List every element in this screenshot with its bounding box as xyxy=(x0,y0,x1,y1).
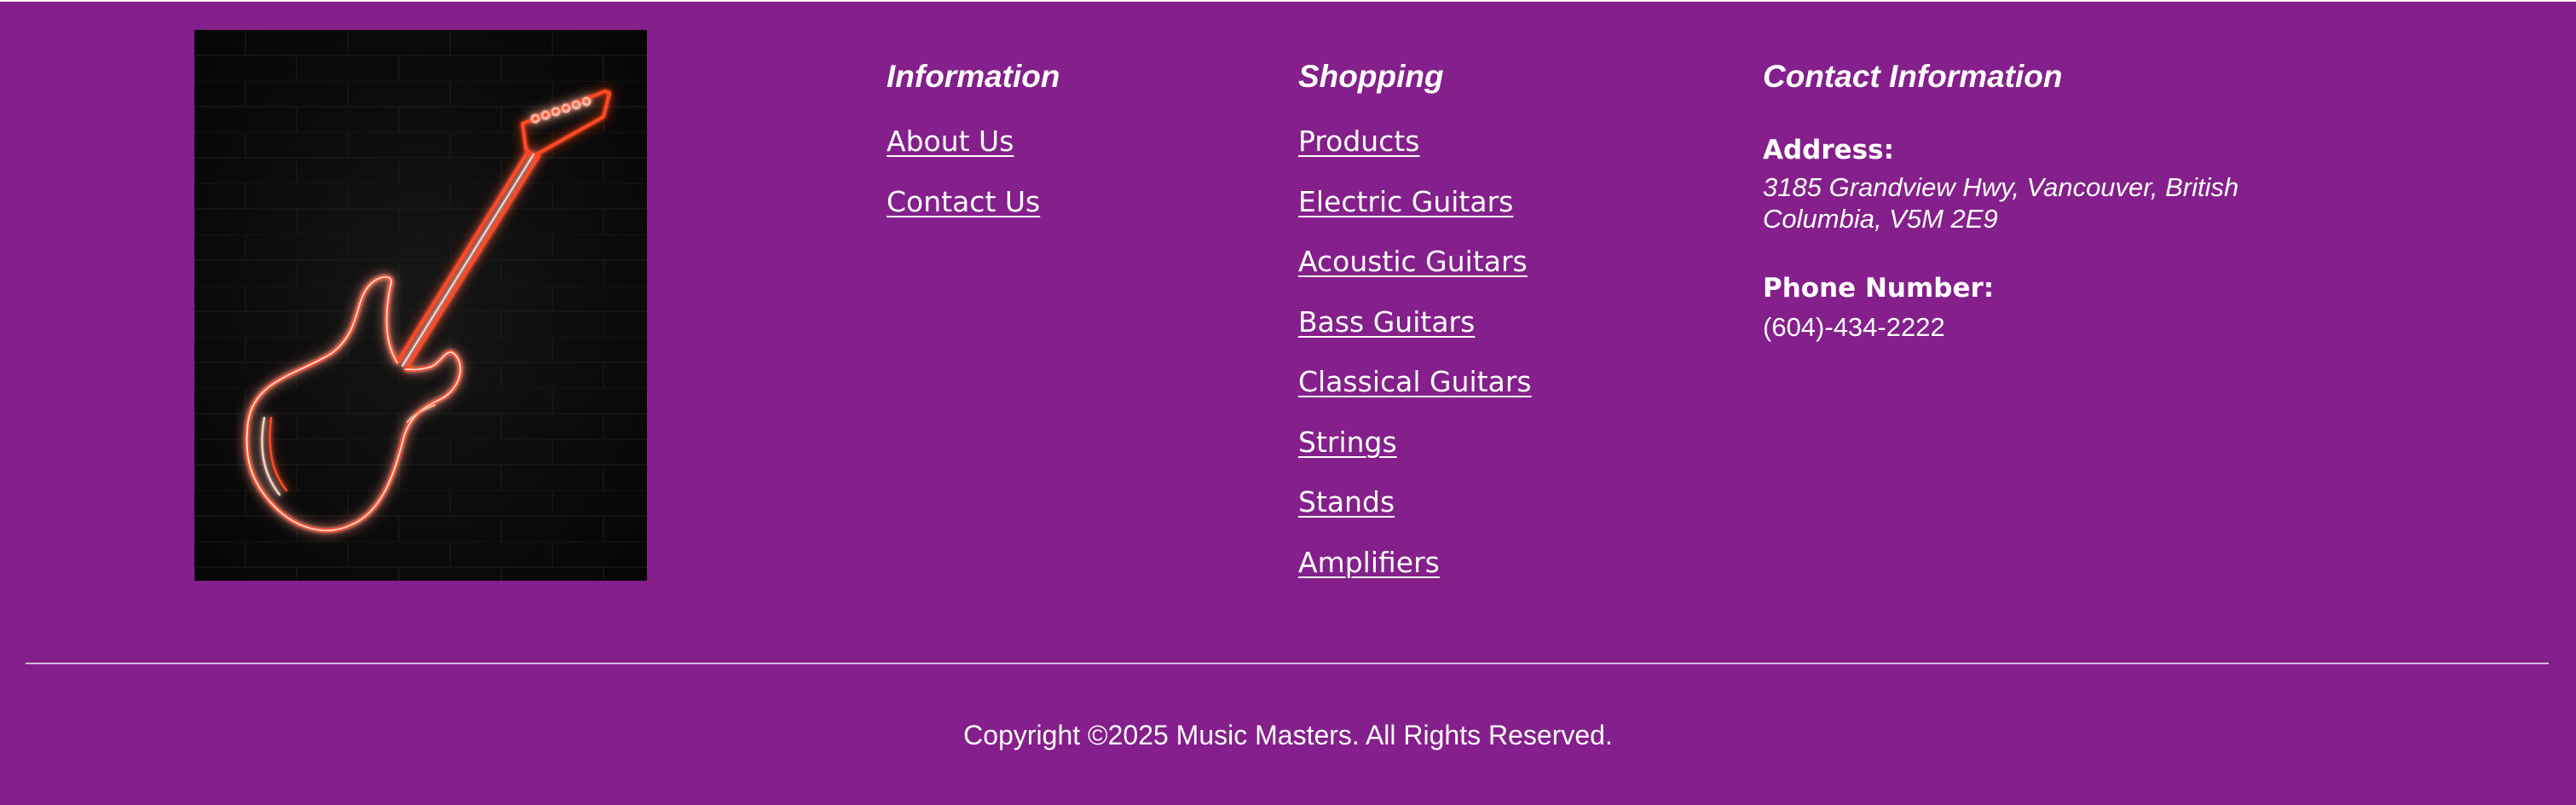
list-item: Classical Guitars xyxy=(1298,363,1532,424)
shopping-heading: Shopping xyxy=(1298,59,1444,94)
list-item: Strings xyxy=(1298,424,1532,484)
top-divider xyxy=(0,0,2576,2)
shopping-links: Products Electric Guitars Acoustic Guita… xyxy=(1298,123,1532,604)
list-item: Bass Guitars xyxy=(1298,304,1532,364)
address-text: 3185 Grandview Hwy, Vancouver, British C… xyxy=(1763,172,2239,234)
neon-guitar-icon xyxy=(194,30,647,581)
phone-number: (604)-434-2222 xyxy=(1763,312,1945,342)
acoustic-guitars-link[interactable]: Acoustic Guitars xyxy=(1298,245,1528,278)
contact-column: Contact Information Address: 3185 Grandv… xyxy=(1763,56,2238,342)
electric-guitars-link[interactable]: Electric Guitars xyxy=(1298,185,1513,218)
contact-heading: Contact Information xyxy=(1763,59,2063,94)
information-heading: Information xyxy=(887,59,1060,94)
stands-link[interactable]: Stands xyxy=(1298,485,1395,518)
information-column: Information About Us Contact Us xyxy=(887,56,1060,218)
logo-image xyxy=(194,30,647,581)
amplifiers-link[interactable]: Amplifiers xyxy=(1298,546,1440,579)
products-link[interactable]: Products xyxy=(1298,125,1420,158)
contact-us-link[interactable]: Contact Us xyxy=(887,185,1040,218)
shopping-column: Shopping Products Electric Guitars Acous… xyxy=(1298,56,1532,579)
list-item: Products xyxy=(1298,123,1532,183)
list-item: Stands xyxy=(1298,484,1532,544)
phone-label: Phone Number: xyxy=(1763,273,1995,304)
footer-divider xyxy=(26,663,2549,664)
about-us-link[interactable]: About Us xyxy=(887,125,1014,158)
bass-guitars-link[interactable]: Bass Guitars xyxy=(1298,305,1475,339)
information-links: About Us Contact Us xyxy=(887,123,1040,243)
list-item: Electric Guitars xyxy=(1298,183,1532,244)
address-label: Address: xyxy=(1763,135,1894,165)
list-item: About Us xyxy=(887,123,1040,183)
strings-link[interactable]: Strings xyxy=(1298,426,1397,459)
copyright-text: Copyright ©2025 Music Masters. All Right… xyxy=(963,720,1613,750)
classical-guitars-link[interactable]: Classical Guitars xyxy=(1298,365,1532,398)
list-item: Amplifiers xyxy=(1298,544,1532,605)
list-item: Acoustic Guitars xyxy=(1298,243,1532,304)
list-item: Contact Us xyxy=(887,183,1040,244)
